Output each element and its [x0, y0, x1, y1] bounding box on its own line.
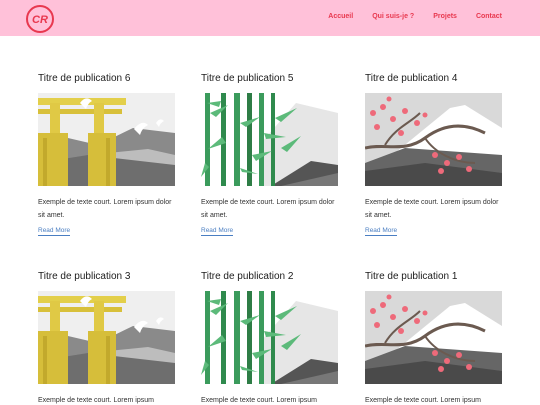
torii-gate-image[interactable] [38, 291, 175, 384]
post-excerpt: Exemple de texte court. Lorem ipsum [201, 397, 317, 404]
nav-contact[interactable]: Contact [476, 13, 502, 20]
post-title[interactable]: Titre de publication 6 [38, 72, 175, 85]
post-card: Titre de publication 4 Exemple de texte … [365, 72, 502, 236]
post-excerpt: Exemple de texte court. Lorem ipsum dolo… [38, 199, 172, 219]
torii-gate-image[interactable] [38, 93, 175, 186]
read-more-link[interactable]: Read More [38, 227, 71, 236]
post-title[interactable]: Titre de publication 1 [365, 270, 502, 283]
post-card: Titre de publication 2 Exemple de texte … [201, 270, 338, 404]
post-title[interactable]: Titre de publication 2 [201, 270, 338, 283]
post-card: Titre de publication 5 Exemple de texte … [201, 72, 338, 236]
logo-text: CR [32, 14, 48, 26]
read-more-link[interactable]: Read More [365, 227, 398, 236]
read-more-link[interactable]: Read More [201, 227, 234, 236]
post-title[interactable]: Titre de publication 5 [201, 72, 338, 85]
post-card: Titre de publication 1 Exemple de texte … [365, 270, 502, 404]
cherry-blossom-image[interactable] [365, 291, 502, 384]
post-excerpt: Exemple de texte court. Lorem ipsum [365, 397, 481, 404]
cherry-blossom-image[interactable] [365, 93, 502, 186]
post-card: Titre de publication 3 Exemple de texte … [38, 270, 175, 404]
logo-mark-icon: CR [32, 14, 48, 26]
post-excerpt: Exemple de texte court. Lorem ipsum [38, 397, 154, 404]
post-excerpt: Exemple de texte court. Lorem ipsum dolo… [365, 199, 499, 219]
nav-projets[interactable]: Projets [433, 13, 457, 20]
post-title[interactable]: Titre de publication 4 [365, 72, 502, 85]
main-nav: Accueil Qui suis-je ? Projets Contact [309, 13, 502, 20]
post-title[interactable]: Titre de publication 3 [38, 270, 175, 283]
site-logo[interactable]: CR [26, 5, 54, 33]
nav-qui-suis-je[interactable]: Qui suis-je ? [372, 13, 414, 20]
post-card: Titre de publication 6 Exemple de texte … [38, 72, 175, 236]
bamboo-image[interactable] [201, 93, 338, 186]
site-header: CR Accueil Qui suis-je ? Projets Contact [0, 0, 540, 36]
nav-accueil[interactable]: Accueil [328, 13, 353, 20]
bamboo-image[interactable] [201, 291, 338, 384]
post-excerpt: Exemple de texte court. Lorem ipsum dolo… [201, 199, 335, 219]
